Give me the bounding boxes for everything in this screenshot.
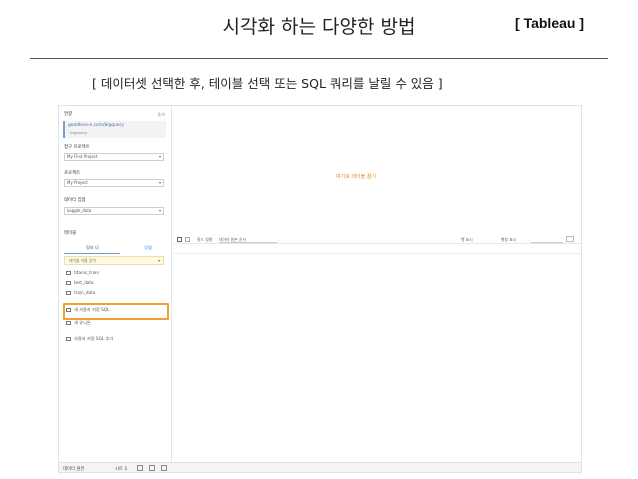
bottom-tab-bar: 데이터 원본 시트 1	[59, 462, 581, 472]
slide-caption: [ 데이터셋 선택한 후, 테이블 선택 또는 SQL 쿼리를 날릴 수 있음 …	[92, 76, 443, 91]
tab-sheet-1[interactable]: 시트 1	[115, 466, 127, 472]
data-grid-toolbar: 필드 정렬 데이터 원본 순서 행 표시 별칭 표시	[173, 235, 581, 244]
connection-sub: · bigquery	[68, 130, 88, 135]
tableau-window: 연결 추가 goodlens-e.com/bigquery · bigquery…	[58, 105, 582, 473]
tab-data-source[interactable]: 데이터 원본	[63, 466, 85, 472]
show-rows-label: 행 표시	[461, 237, 473, 242]
chevron-down-icon: ▾	[158, 208, 161, 213]
new-union-item[interactable]: 새 유니온	[66, 320, 91, 326]
custom-sql-highlight	[63, 303, 169, 320]
list-view-icon[interactable]	[185, 237, 190, 242]
table-search-select[interactable]: 테이블 이름 입력 ▾	[64, 256, 164, 265]
table-item-label: train_data	[74, 290, 96, 295]
billing-project-select[interactable]: My First Project ▾	[64, 153, 164, 161]
chevron-down-icon: ▾	[157, 258, 160, 263]
table-search-placeholder: 테이블 이름 입력	[69, 258, 96, 263]
project-select[interactable]: My Project ▾	[64, 179, 164, 187]
table-item[interactable]: titanic_train	[66, 270, 99, 275]
new-sheet-icon[interactable]	[137, 465, 143, 471]
sort-select-underline	[219, 242, 277, 243]
new-story-icon[interactable]	[161, 465, 167, 471]
sort-fields-label: 필드 정렬	[197, 237, 213, 242]
rows-stepper[interactable]	[566, 236, 574, 242]
dataset-value: kaggle_data	[67, 208, 92, 213]
table-icon	[66, 281, 71, 285]
title-divider	[30, 58, 608, 59]
tab-sort[interactable]: 정렬	[144, 245, 152, 251]
new-union-label: 새 유니온	[74, 320, 91, 325]
project-label: 프로젝트	[64, 171, 81, 176]
show-aliases-label: 별칭 표시	[501, 237, 517, 242]
chevron-down-icon: ▾	[158, 154, 161, 159]
dataset-label: 데이터 집합	[64, 198, 86, 203]
active-tab-underline	[64, 253, 120, 254]
table-icon	[66, 271, 71, 275]
extra-item[interactable]: 사용자 지정 SQL 추가	[66, 336, 113, 342]
chevron-down-icon: ▾	[158, 180, 161, 185]
table-icon	[66, 291, 71, 295]
project-value: My Project	[67, 180, 88, 185]
grid-view-icon[interactable]	[177, 237, 182, 242]
table-item-label: titanic_train	[74, 270, 99, 275]
add-connection-button[interactable]: 추가	[157, 112, 165, 118]
extra-item-label: 사용자 지정 SQL 추가	[74, 336, 114, 341]
grid-separator	[173, 253, 581, 254]
table-item[interactable]: train_data	[66, 290, 95, 295]
union-icon	[66, 321, 71, 325]
rows-input-underline[interactable]	[531, 242, 563, 243]
connection-item[interactable]: goodlens-e.com/bigquery · bigquery	[63, 121, 166, 138]
table-item-label: test_data	[74, 280, 94, 285]
connection-name: goodlens-e.com/bigquery	[68, 123, 124, 128]
dataset-select[interactable]: kaggle_data ▾	[64, 207, 164, 215]
drop-tables-hint: 여기로 테이블 끌기	[336, 174, 376, 180]
slide-tag: [ Tableau ]	[515, 15, 584, 31]
table-item[interactable]: test_data	[66, 280, 94, 285]
table-tabs: 정보 다 정렬	[64, 245, 166, 254]
table-label: 테이블	[64, 231, 77, 236]
tab-info[interactable]: 정보 다	[86, 245, 99, 251]
new-dashboard-icon[interactable]	[149, 465, 155, 471]
sql-add-icon	[66, 337, 71, 341]
billing-project-label: 청구 프로젝트	[64, 145, 90, 150]
connection-label: 연결	[64, 112, 73, 117]
data-source-sidebar: 연결 추가 goodlens-e.com/bigquery · bigquery…	[59, 106, 172, 462]
billing-project-value: My First Project	[67, 154, 98, 159]
